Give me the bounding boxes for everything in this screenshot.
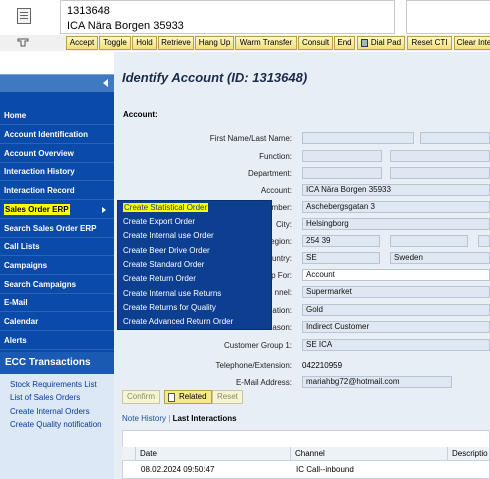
label-function: Function: [259, 152, 292, 161]
toggle-button[interactable]: Toggle [99, 36, 131, 50]
phone-icon[interactable] [16, 37, 30, 48]
sidebar-item-email[interactable]: E-Mail [0, 293, 114, 312]
sidebar-item-campaigns[interactable]: Campaigns [0, 256, 114, 275]
table-select-header [122, 447, 136, 461]
sidebar-item-search-sales-order-erp[interactable]: Search Sales Order ERP [0, 219, 114, 238]
function-field[interactable] [302, 150, 382, 162]
column-header-date[interactable]: Date [136, 447, 291, 461]
sidebar-header [0, 74, 114, 92]
menu-item-create-returns-for-quality[interactable]: Create Returns for Quality [123, 303, 216, 312]
sidebar-item-alerts[interactable]: Alerts [0, 331, 114, 350]
dial-pad-button[interactable]: Dial Pad [357, 36, 405, 50]
related-icon [168, 393, 175, 402]
ecc-link-create-internal-orders[interactable]: Create Internal Orders [10, 407, 90, 416]
menu-item-create-internal-use-order[interactable]: Create Internal use Order [123, 231, 214, 240]
warm-transfer-button[interactable]: Warm Transfer [235, 36, 297, 50]
function-field-2[interactable] [390, 150, 490, 162]
region-field[interactable] [390, 235, 468, 247]
hold-button[interactable]: Hold [132, 36, 157, 50]
interaction-tabs: Note History | Last Interactions [122, 414, 237, 423]
page-title: Identify Account (ID: 1313648) [114, 68, 490, 88]
confirm-button[interactable]: Confirm [122, 390, 161, 404]
classification-field[interactable]: Gold [302, 304, 490, 316]
sidebar-item-call-lists[interactable]: Call Lists [0, 237, 114, 256]
sidebar-item-home[interactable]: Home [0, 106, 114, 125]
table-cell-channel[interactable]: IC Call--inbound [296, 465, 354, 474]
postal-code-field[interactable]: 254 39 [302, 235, 380, 247]
city-field[interactable]: Helsingborg [302, 218, 490, 230]
document-icon [17, 8, 31, 24]
menu-item-create-standard-order[interactable]: Create Standard Order [123, 260, 204, 269]
label-department: Department: [247, 169, 292, 178]
label-email: E-Mail Address: [235, 378, 292, 387]
section-title: Account: [123, 110, 158, 119]
retrieve-button[interactable]: Retrieve [158, 36, 194, 50]
account-name: ICA Nära Borgen 35933 [67, 20, 184, 32]
menu-item-create-internal-use-returns[interactable]: Create Internal use Returns [123, 289, 221, 298]
label-telephone: Telephone/Extension: [215, 361, 293, 370]
hang-up-button[interactable]: Hang Up [195, 36, 234, 50]
label-account: Account: [260, 186, 292, 195]
clear-interaction-button[interactable]: Clear Inte [454, 36, 490, 50]
street-field[interactable]: Aschebergsgatan 3 [302, 201, 490, 213]
menu-item-create-advanced-return-order[interactable]: Create Advanced Return Order [123, 317, 233, 326]
sidebar-item-account-identification[interactable]: Account Identification [0, 125, 114, 144]
tab-separator: | [168, 414, 171, 423]
column-header-description[interactable]: Descriptio [448, 447, 490, 461]
lookup-for-select[interactable]: Account [302, 269, 490, 281]
menu-item-create-beer-drive-order[interactable]: Create Beer Drive Order [123, 246, 210, 255]
region-field-2[interactable] [478, 235, 490, 247]
label-first-last-name: First Name/Last Name: [209, 134, 292, 143]
tab-note-history[interactable]: Note History [122, 414, 166, 423]
ecc-title: ECC Transactions [0, 352, 114, 374]
end-button[interactable]: End [334, 36, 355, 50]
ecc-panel: ECC Transactions Stock Requirements List… [0, 352, 114, 479]
dial-pad-label: Dial Pad [370, 38, 402, 47]
submenu-arrow-icon [102, 207, 106, 213]
country-name-field[interactable]: Sweden [390, 252, 490, 264]
sidebar-item-search-campaigns[interactable]: Search Campaigns [0, 275, 114, 294]
table-cell-date[interactable]: 08.02.2024 09:50:47 [141, 465, 214, 474]
right-info-box [406, 0, 490, 34]
customer-group-field[interactable]: SE ICA [302, 339, 490, 351]
account-id: 1313648 [67, 5, 110, 17]
channel-field[interactable]: Supermarket [302, 286, 490, 298]
menu-item-create-return-order[interactable]: Create Return Order [123, 274, 196, 283]
sidebar: Home Account Identification Account Over… [0, 92, 114, 352]
ecc-link-list-sales-orders[interactable]: List of Sales Orders [10, 393, 80, 402]
sidebar-item-calendar[interactable]: Calendar [0, 312, 114, 331]
dial-pad-icon [361, 39, 368, 47]
email-field[interactable]: mariahbg72@hotmail.com [302, 376, 452, 388]
department-field-2[interactable] [390, 167, 490, 179]
account-field[interactable]: ICA Nära Borgen 35933 [302, 184, 490, 196]
related-label: Related [179, 392, 207, 401]
reset-cti-button[interactable]: Reset CTI [407, 36, 452, 50]
telephone-value: 042210959 [302, 361, 343, 370]
menu-item-label: Create Statistical Order [123, 203, 209, 212]
tab-last-interactions[interactable]: Last Interactions [173, 414, 237, 423]
first-name-field[interactable] [302, 132, 414, 144]
sidebar-item-interaction-record[interactable]: Interaction Record [0, 181, 114, 200]
reason-field[interactable]: Indirect Customer [302, 321, 490, 333]
consult-button[interactable]: Consult [298, 36, 333, 50]
label-customer-group: Customer Group 1: [223, 341, 292, 350]
sidebar-item-account-overview[interactable]: Account Overview [0, 144, 114, 163]
account-info-box: 1313648 ICA Nära Borgen 35933 [60, 0, 395, 34]
column-header-channel[interactable]: Channel [291, 447, 448, 461]
reset-button[interactable]: Reset [212, 390, 243, 404]
last-name-field[interactable] [420, 132, 490, 144]
sidebar-item-interaction-history[interactable]: Interaction History [0, 162, 114, 181]
ecc-link-create-quality-notification[interactable]: Create Quality notification [10, 420, 102, 429]
sales-order-submenu: Create Statistical Order Create Export O… [117, 200, 272, 330]
department-field[interactable] [302, 167, 382, 179]
menu-item-create-statistical-order[interactable]: Create Statistical Order [123, 203, 209, 212]
menu-item-create-export-order[interactable]: Create Export Order [123, 217, 195, 226]
accept-button[interactable]: Accept [66, 36, 98, 50]
country-code-field[interactable]: SE [302, 252, 380, 264]
related-button[interactable]: Related [164, 390, 212, 404]
ecc-link-stock-requirements[interactable]: Stock Requirements List [10, 380, 97, 389]
sidebar-item-label: Sales Order ERP [4, 204, 70, 215]
collapse-icon[interactable] [103, 79, 108, 87]
sidebar-item-sales-order-erp[interactable]: Sales Order ERP [0, 200, 114, 219]
